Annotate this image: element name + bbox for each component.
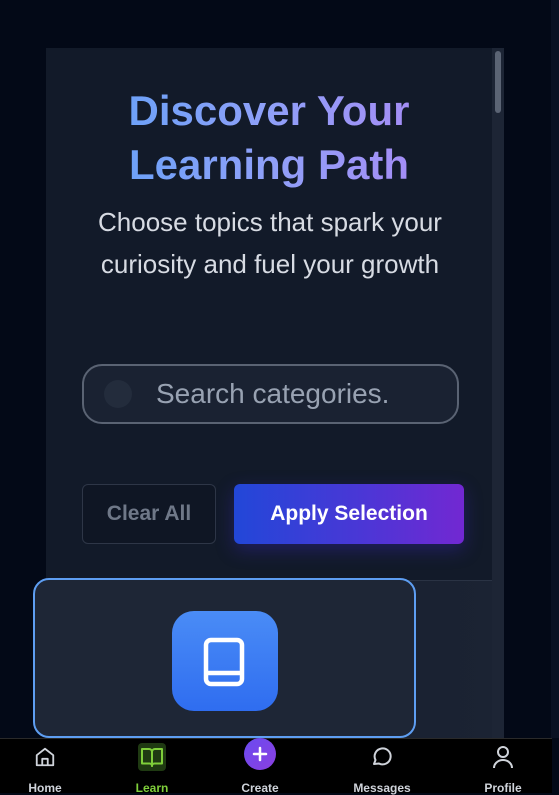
scrollbar-thumb[interactable]	[495, 51, 501, 113]
home-icon	[31, 743, 59, 771]
panel-scrollbar[interactable]	[492, 48, 504, 738]
nav-profile[interactable]: Profile	[453, 739, 553, 795]
window-scrollbar[interactable]	[551, 0, 559, 738]
plus-icon	[244, 738, 276, 770]
category-card[interactable]	[33, 578, 416, 738]
nav-messages[interactable]: Messages	[332, 739, 432, 795]
book-open-icon	[138, 743, 166, 771]
clear-all-button[interactable]: Clear All	[82, 484, 216, 544]
book-icon	[203, 637, 245, 687]
apply-selection-button[interactable]: Apply Selection	[234, 484, 464, 544]
category-icon-tile	[172, 611, 278, 711]
chat-bubble-icon	[368, 743, 396, 771]
user-icon	[489, 743, 517, 771]
search-icon	[104, 380, 132, 408]
page-title: Discover Your Learning Path	[46, 84, 492, 192]
nav-create[interactable]: Create	[210, 738, 310, 795]
nav-learn[interactable]: Learn	[102, 739, 202, 795]
search-input[interactable]	[156, 366, 391, 421]
bottom-navigation: Home Learn Create Messages Profile	[0, 738, 553, 795]
search-box[interactable]	[82, 364, 459, 424]
page-subtitle: Choose topics that spark your curiosity …	[98, 207, 442, 279]
nav-home[interactable]: Home	[0, 739, 95, 795]
